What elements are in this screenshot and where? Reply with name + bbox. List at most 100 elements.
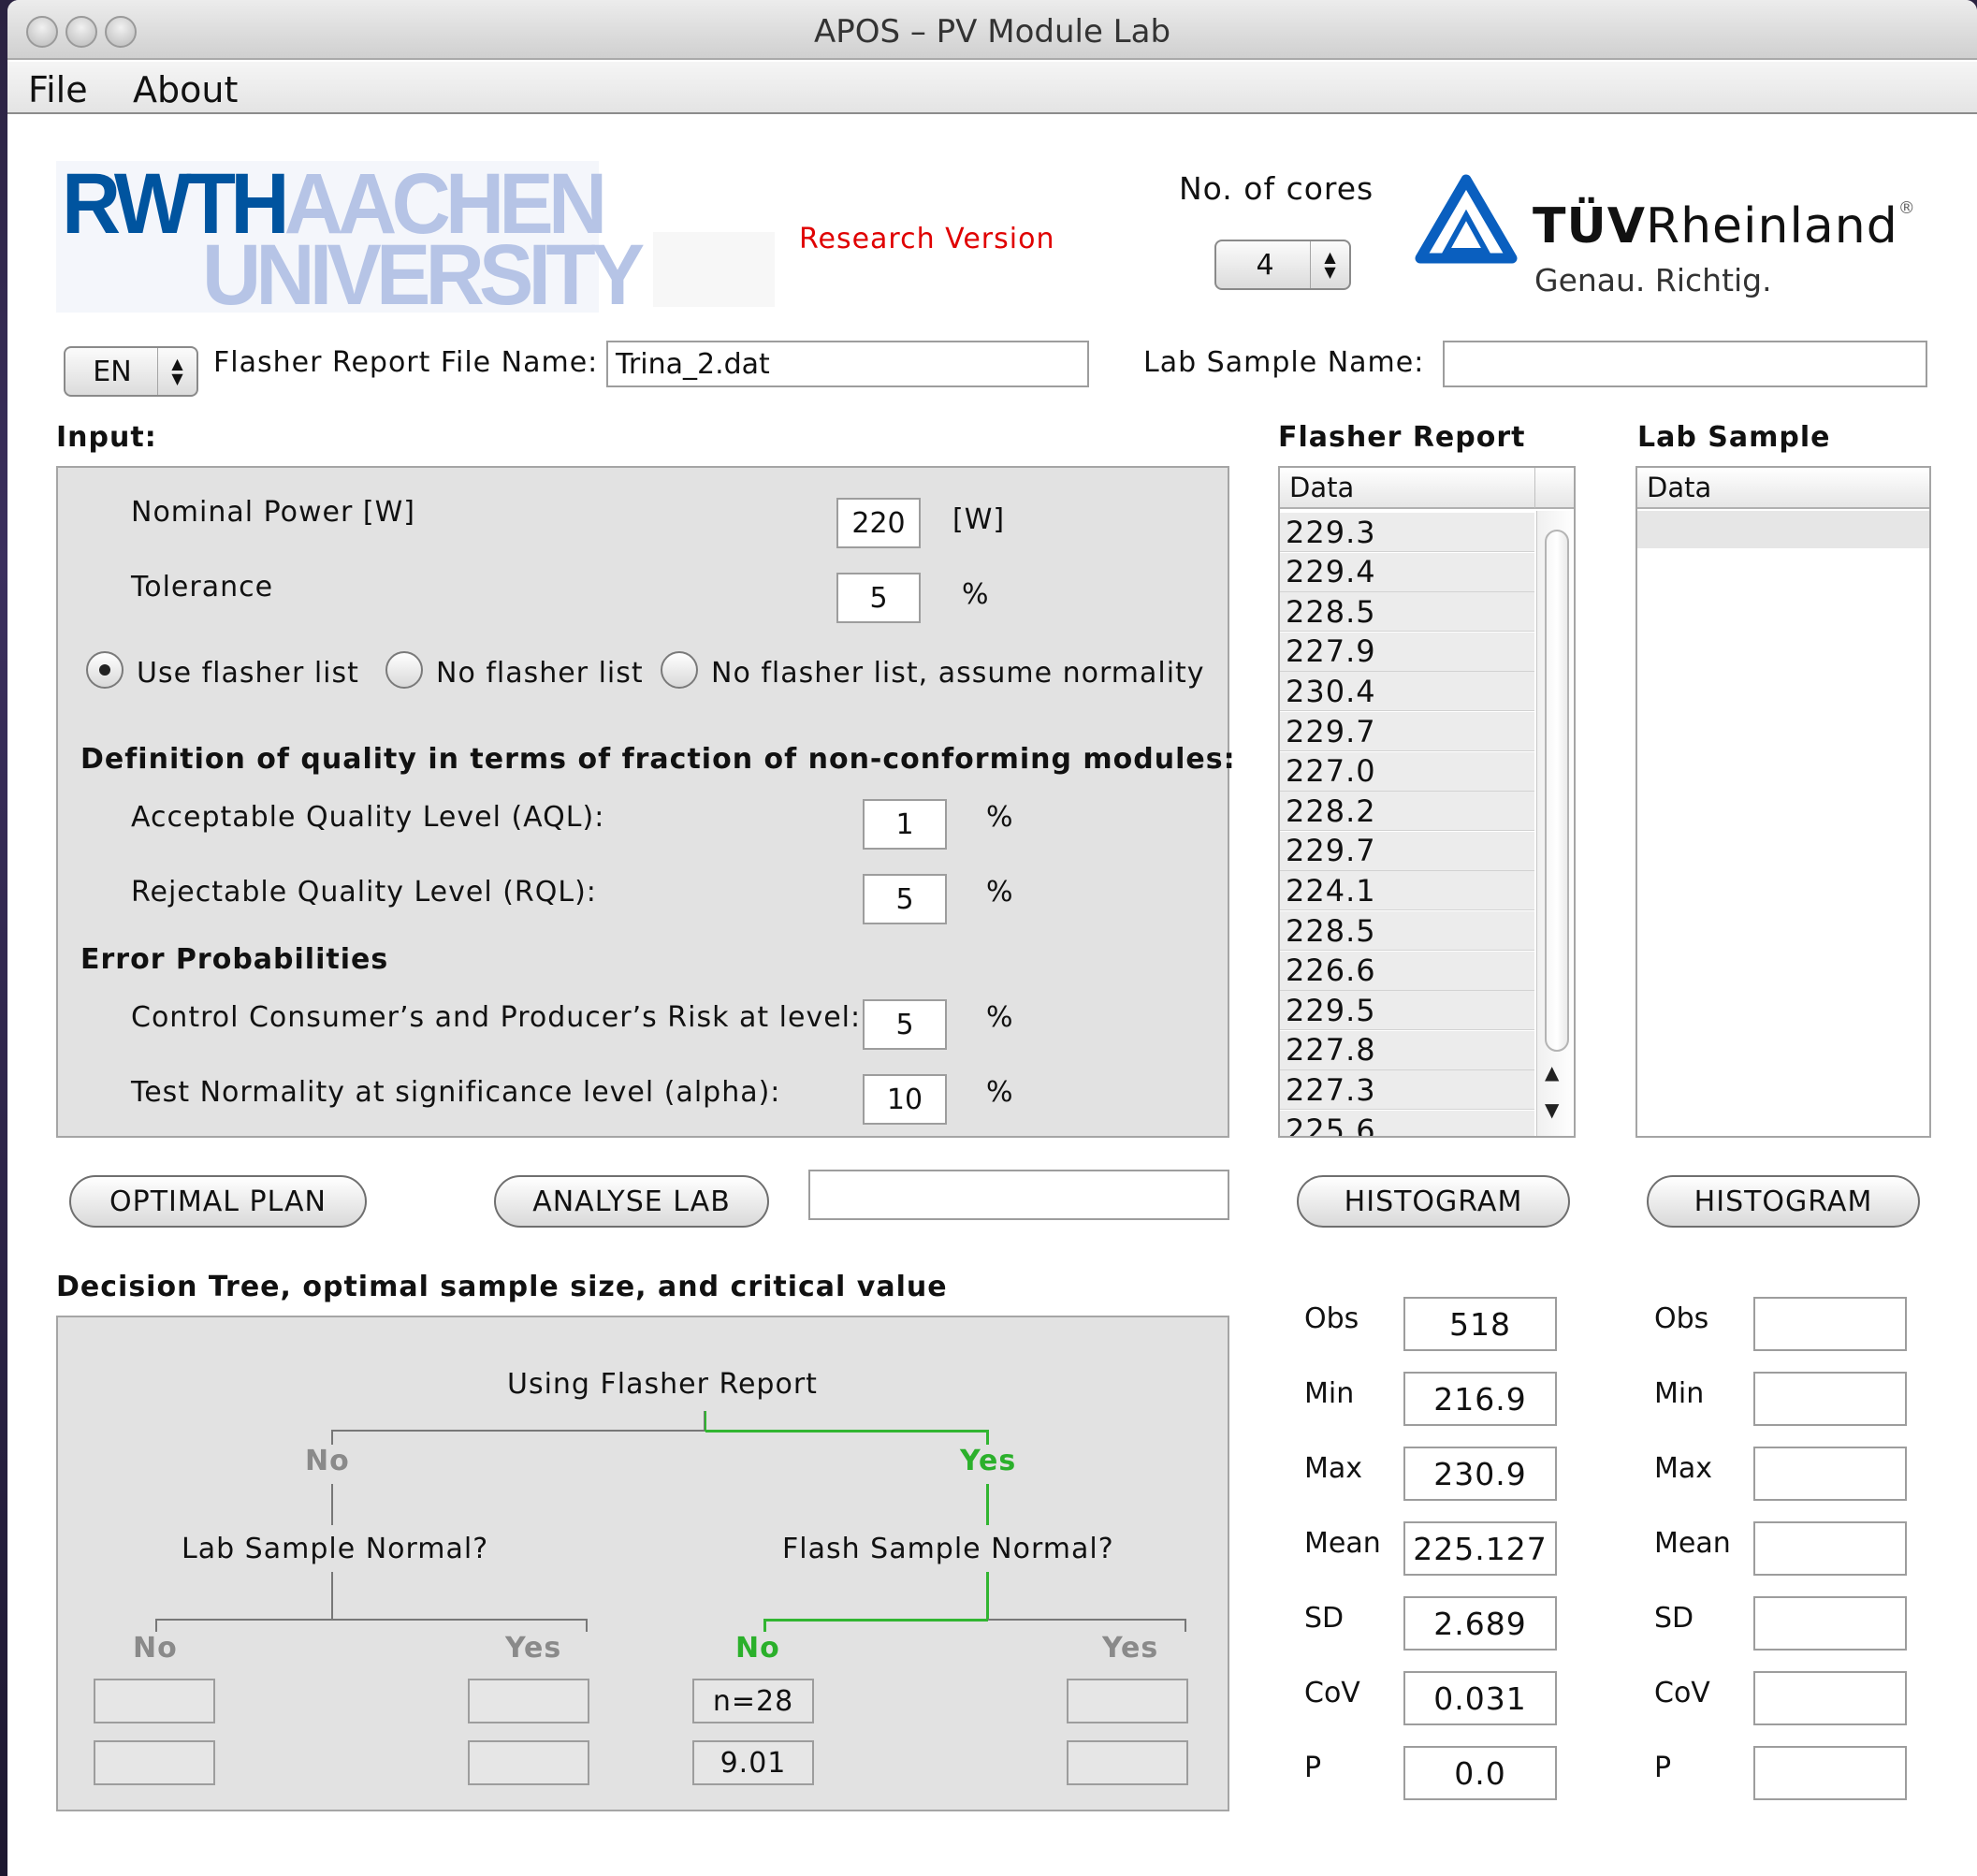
flasher-mean-label: Mean xyxy=(1304,1527,1381,1560)
lab-sample-name-label: Lab Sample Name: xyxy=(1143,346,1425,379)
lab-max-label: Max xyxy=(1654,1452,1713,1485)
app-window: APOS – PV Module Lab File About RWTHAACH… xyxy=(7,0,1977,1876)
scroll-down-icon[interactable]: ▼ xyxy=(1545,1098,1559,1121)
flasher-list-row[interactable]: 228.2 xyxy=(1280,792,1534,832)
tree-right-node: Flash Sample Normal? xyxy=(782,1533,1114,1565)
flasher-cov-label: CoV xyxy=(1304,1677,1360,1709)
tree-left-branch: No xyxy=(305,1445,350,1477)
optimal-plan-button[interactable]: OPTIMAL PLAN xyxy=(69,1175,367,1228)
stepper-arrows-icon[interactable]: ▲ ▼ xyxy=(157,348,196,395)
flasher-sd-label: SD xyxy=(1304,1602,1345,1635)
cores-value: 4 xyxy=(1256,248,1274,282)
flasher-mean-value: 225.127 xyxy=(1403,1521,1557,1576)
stepper-arrows-icon[interactable]: ▲ ▼ xyxy=(1310,241,1349,288)
tree-rl-crit-box: 9.01 xyxy=(692,1740,814,1785)
flasher-list-row[interactable]: 227.0 xyxy=(1280,751,1534,792)
flasher-list-row[interactable]: 227.3 xyxy=(1280,1070,1534,1111)
flasher-sd-value: 2.689 xyxy=(1403,1596,1557,1651)
scroll-up-icon[interactable]: ▲ xyxy=(1545,1061,1559,1083)
flasher-p-value: 0.0 xyxy=(1403,1746,1557,1800)
flasher-list-row[interactable]: 229.5 xyxy=(1280,991,1534,1031)
flasher-list-row[interactable]: 227.9 xyxy=(1280,632,1534,672)
language-stepper[interactable]: EN ▲ ▼ xyxy=(64,346,198,397)
flasher-list-row[interactable]: 230.4 xyxy=(1280,672,1534,712)
radio-no-flasher-normal-label[interactable]: No flasher list, assume normality xyxy=(711,657,1205,690)
flasher-min-value: 216.9 xyxy=(1403,1372,1557,1426)
window-title: APOS – PV Module Lab xyxy=(813,13,1171,51)
input-heading: Input: xyxy=(56,421,157,454)
flasher-list-row[interactable]: 229.7 xyxy=(1280,712,1534,751)
flasher-list-row[interactable]: 228.5 xyxy=(1280,911,1534,951)
tree-line-active xyxy=(763,1619,988,1622)
tree-rr-label: Yes xyxy=(1102,1632,1159,1665)
lab-histogram-button[interactable]: HISTOGRAM xyxy=(1647,1175,1920,1228)
flasher-list-row[interactable]: 224.1 xyxy=(1280,871,1534,911)
aql-unit: % xyxy=(986,801,1014,834)
tree-line-active xyxy=(763,1619,766,1632)
lab-sample-list[interactable]: Data xyxy=(1635,466,1931,1138)
radio-use-flasher-label[interactable]: Use flasher list xyxy=(137,657,359,690)
tree-line-active xyxy=(986,1572,989,1621)
radio-no-flasher-label[interactable]: No flasher list xyxy=(436,657,644,690)
menu-file[interactable]: File xyxy=(28,69,88,110)
alpha-input[interactable]: 10 xyxy=(863,1074,947,1125)
aql-input[interactable]: 1 xyxy=(863,799,947,850)
flasher-min-label: Min xyxy=(1304,1377,1355,1410)
scroll-thumb[interactable] xyxy=(1545,530,1569,1052)
rql-label: Rejectable Quality Level (RQL): xyxy=(131,876,597,909)
tree-rl-n-box: n=28 xyxy=(692,1679,814,1723)
tuv-logo-text-a: TÜV xyxy=(1533,198,1646,254)
lab-sd-value xyxy=(1753,1596,1907,1651)
lab-obs-value xyxy=(1753,1297,1907,1351)
flasher-cov-value: 0.031 xyxy=(1403,1671,1557,1725)
flasher-obs-label: Obs xyxy=(1304,1302,1359,1335)
tolerance-label: Tolerance xyxy=(131,571,274,604)
header-corner xyxy=(1534,468,1574,509)
alpha-label: Test Normality at significance level (al… xyxy=(131,1076,781,1109)
tree-line xyxy=(155,1619,588,1621)
tree-lr-n-box xyxy=(468,1679,589,1723)
tree-line xyxy=(331,1484,333,1525)
flasher-max-value: 230.9 xyxy=(1403,1447,1557,1501)
tree-line xyxy=(331,1430,333,1445)
decision-tree-heading: Decision Tree, optimal sample size, and … xyxy=(56,1271,948,1303)
flasher-column-header[interactable]: Data xyxy=(1280,468,1534,509)
cores-stepper[interactable]: 4 ▲ ▼ xyxy=(1214,240,1351,290)
tree-line xyxy=(331,1430,705,1432)
nominal-power-input[interactable]: 220 xyxy=(836,498,921,548)
tree-rr-n-box xyxy=(1067,1679,1188,1723)
tree-right-branch: Yes xyxy=(960,1445,1017,1477)
tree-line xyxy=(586,1619,588,1632)
radio-no-flasher[interactable] xyxy=(385,651,423,689)
tree-line xyxy=(1185,1619,1186,1632)
flasher-list-row[interactable]: 227.8 xyxy=(1280,1030,1534,1070)
flasher-list-row[interactable]: 225.6 xyxy=(1280,1111,1534,1136)
flasher-list-row[interactable]: 226.6 xyxy=(1280,951,1534,991)
research-version-label: Research Version xyxy=(799,223,1055,255)
quality-heading: Definition of quality in terms of fracti… xyxy=(80,743,1236,776)
flasher-histogram-button[interactable]: HISTOGRAM xyxy=(1297,1175,1570,1228)
tuv-logo-text-b: Rheinland xyxy=(1645,198,1898,254)
flasher-list-row[interactable]: 229.4 xyxy=(1280,552,1534,592)
flasher-list-row[interactable]: 229.7 xyxy=(1280,831,1534,871)
rwth-logo: RWTHAACHEN UNIVERSITY xyxy=(56,161,645,318)
flasher-scrollbar[interactable]: ▲ ▼ xyxy=(1536,511,1574,1136)
flasher-list-row[interactable]: 229.3 xyxy=(1280,513,1534,552)
alpha-unit: % xyxy=(986,1076,1014,1109)
tolerance-input[interactable]: 5 xyxy=(836,573,921,623)
flasher-max-label: Max xyxy=(1304,1452,1363,1485)
radio-use-flasher[interactable] xyxy=(86,651,124,689)
rwth-logo-text-c: UNIVERSITY xyxy=(202,227,645,323)
lab-sample-name-input[interactable] xyxy=(1443,341,1927,387)
status-field xyxy=(808,1170,1229,1220)
radio-no-flasher-normal[interactable] xyxy=(661,651,698,689)
flasher-file-input[interactable]: Trina_2.dat xyxy=(606,341,1089,387)
rql-input[interactable]: 5 xyxy=(863,874,947,924)
flasher-list-row[interactable]: 228.5 xyxy=(1280,592,1534,633)
flasher-report-list[interactable]: Data 229.3 229.4 228.5 227.9 230.4 229.7 227.0… xyxy=(1278,466,1576,1138)
risk-input[interactable]: 5 xyxy=(863,999,947,1050)
lab-column-header[interactable]: Data xyxy=(1637,468,1929,509)
analyse-lab-button[interactable]: ANALYSE LAB xyxy=(494,1175,769,1228)
menu-about[interactable]: About xyxy=(133,69,238,110)
flasher-obs-value: 518 xyxy=(1403,1297,1557,1351)
